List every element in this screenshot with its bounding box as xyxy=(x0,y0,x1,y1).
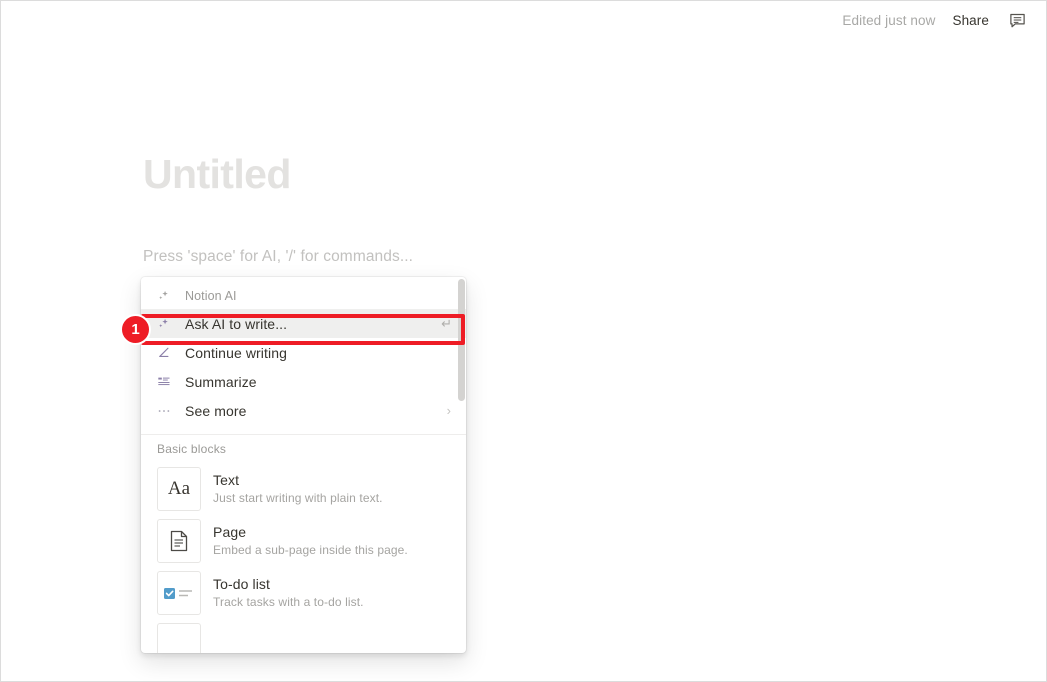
editor-placeholder-text[interactable]: Press 'space' for AI, '/' for commands..… xyxy=(143,248,743,266)
page-document-icon xyxy=(157,519,201,563)
menu-item-partial-next[interactable] xyxy=(141,619,466,653)
menu-item-label: Summarize xyxy=(185,373,257,390)
top-bar: Edited just now Share xyxy=(1,1,1046,39)
menu-item-continue-writing[interactable]: Continue writing xyxy=(141,338,466,367)
block-description: Track tasks with a to-do list. xyxy=(213,595,364,610)
checkbox-list-icon xyxy=(157,571,201,615)
menu-item-see-more[interactable]: See more › xyxy=(141,396,466,425)
comment-bubble-icon[interactable] xyxy=(1006,9,1028,31)
menu-scrollbar-track[interactable] xyxy=(457,277,466,653)
menu-item-label: Ask AI to write... xyxy=(185,315,288,332)
document-body: Untitled Press 'space' for AI, '/' for c… xyxy=(143,151,743,266)
page-title[interactable]: Untitled xyxy=(143,151,743,198)
block-title: To-do list xyxy=(213,576,271,593)
summarize-icon xyxy=(157,375,177,389)
block-thumb-partial xyxy=(157,623,201,653)
text-aa-icon: Aa xyxy=(157,467,201,511)
menu-item-summarize[interactable]: Summarize xyxy=(141,367,466,396)
block-description: Just start writing with plain text. xyxy=(213,491,383,506)
menu-scroll-container: Notion AI Ask AI to write... ↵ Continue … xyxy=(141,277,466,653)
menu-section-label-basic-blocks: Basic blocks xyxy=(157,442,227,456)
menu-item-ask-ai-to-write[interactable]: Ask AI to write... ↵ xyxy=(141,309,466,338)
menu-scrollbar-thumb[interactable] xyxy=(458,279,465,401)
block-description: Embed a sub-page inside this page. xyxy=(213,543,408,558)
pen-icon xyxy=(157,346,177,360)
menu-item-label: See more xyxy=(185,402,247,419)
slash-command-menu[interactable]: Notion AI Ask AI to write... ↵ Continue … xyxy=(141,277,466,653)
sparkle-icon xyxy=(157,289,177,303)
menu-section-label: Notion AI xyxy=(185,289,237,303)
notion-page: Edited just now Share Untitled Press 'sp… xyxy=(0,0,1047,682)
block-text-wrap: Text Just start writing with plain text. xyxy=(213,471,383,506)
menu-item-page-block[interactable]: Page Embed a sub-page inside this page. xyxy=(141,515,466,567)
sparkle-icon xyxy=(157,317,177,331)
annotation-step-badge: 1 xyxy=(120,314,151,345)
block-text-wrap: To-do list Track tasks with a to-do list… xyxy=(213,575,364,610)
menu-item-label: Continue writing xyxy=(185,344,287,361)
share-button[interactable]: Share xyxy=(952,13,989,28)
block-title: Text xyxy=(213,472,240,489)
menu-section-header-notion-ai: Notion AI xyxy=(141,283,466,309)
chevron-right-icon: › xyxy=(446,403,451,418)
ellipsis-icon xyxy=(157,404,177,418)
edited-status-label: Edited just now xyxy=(842,12,936,28)
block-text-wrap: Page Embed a sub-page inside this page. xyxy=(213,523,408,558)
menu-item-todo-list-block[interactable]: To-do list Track tasks with a to-do list… xyxy=(141,567,466,619)
menu-item-text-block[interactable]: Aa Text Just start writing with plain te… xyxy=(141,463,466,515)
block-title: Page xyxy=(213,524,247,541)
enter-key-icon: ↵ xyxy=(441,315,452,331)
